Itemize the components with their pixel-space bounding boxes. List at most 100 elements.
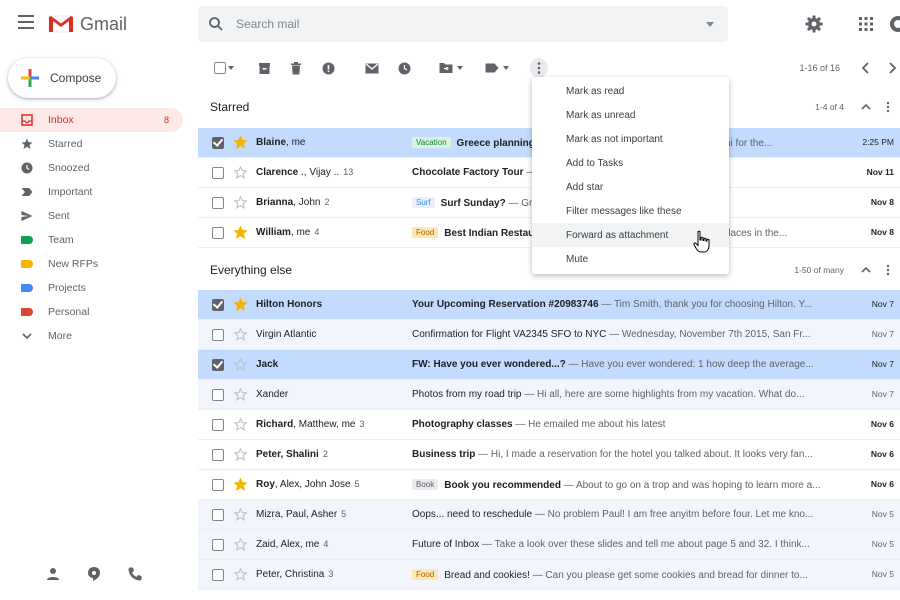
sidebar-item-sent[interactable]: Sent: [0, 204, 188, 228]
email-row[interactable]: Xander Photos from my road trip — Hi all,…: [198, 380, 900, 410]
section-more-kebab-icon[interactable]: [882, 101, 894, 113]
mark-as-read-envelope-icon[interactable]: [364, 60, 380, 76]
sidebar-item-starred[interactable]: Starred: [0, 132, 188, 156]
hangouts-chat-icon[interactable]: [86, 566, 102, 582]
label-options-caret-icon[interactable]: [502, 60, 510, 76]
sidebar-item-inbox[interactable]: Inbox 8: [0, 108, 183, 132]
sidebar-item-more[interactable]: More: [0, 324, 188, 348]
row-checkbox[interactable]: [212, 227, 224, 239]
email-row[interactable]: Mizra, Paul, Asher 5 Oops... need to resch…: [198, 500, 900, 530]
sidebar-item-snoozed[interactable]: Snoozed: [0, 156, 188, 180]
star-outline-icon[interactable]: [233, 537, 248, 551]
sender-name: Peter, Shalini: [256, 449, 319, 460]
section-more-kebab-icon[interactable]: [882, 264, 894, 276]
starred-star-icon[interactable]: [233, 297, 248, 311]
contacts-person-icon[interactable]: [45, 566, 61, 582]
delete-trash-icon[interactable]: [288, 60, 304, 76]
star-outline-icon[interactable]: [233, 507, 248, 521]
row-checkbox[interactable]: [212, 197, 224, 209]
settings-gear-icon[interactable]: [804, 14, 824, 34]
select-options-caret-icon[interactable]: [226, 60, 236, 76]
phone-icon[interactable]: [127, 566, 143, 582]
archive-icon[interactable]: [256, 60, 272, 76]
sender-name: Hilton Honors: [256, 299, 323, 310]
email-row[interactable]: Virgin Atlantic Confirmation for Flight V…: [198, 320, 900, 350]
menu-item-mark-as-read[interactable]: Mark as read: [532, 79, 729, 103]
row-checkbox[interactable]: [212, 479, 224, 491]
message-preview: Future of Inbox — Take a look over these…: [412, 539, 842, 550]
email-row[interactable]: Peter, Christina 3 Food Bread and cookies! …: [198, 560, 900, 590]
move-options-caret-icon[interactable]: [456, 60, 464, 76]
starred-star-icon[interactable]: [233, 225, 248, 239]
move-to-folder-icon[interactable]: [438, 60, 454, 76]
label-badge[interactable]: Surf: [412, 197, 435, 208]
menu-item-mark-as-unread[interactable]: Mark as unread: [532, 103, 729, 127]
label-badge[interactable]: Book: [412, 479, 439, 490]
email-row[interactable]: Jack FW: Have you ever wondered...? — Hav…: [198, 350, 900, 380]
row-checkbox[interactable]: [212, 137, 224, 149]
row-checkbox[interactable]: [212, 299, 224, 311]
row-checkbox[interactable]: [212, 539, 224, 551]
gmail-logo[interactable]: Gmail: [48, 13, 127, 35]
label-tag-icon[interactable]: [484, 60, 500, 76]
gmail-m-icon: [48, 15, 74, 33]
message-preview: Your Upcoming Reservation #20983746 — Ti…: [412, 299, 842, 310]
search-options-caret-icon[interactable]: [706, 22, 714, 27]
email-snippet: — About to go on a trop and was hoping t…: [560, 480, 821, 491]
more-actions-kebab-icon[interactable]: [530, 58, 548, 78]
row-checkbox[interactable]: [212, 509, 224, 521]
row-checkbox[interactable]: [212, 449, 224, 461]
star-outline-icon[interactable]: [233, 195, 248, 209]
main-menu-icon[interactable]: [18, 15, 34, 31]
label-badge[interactable]: Vacation: [412, 137, 451, 148]
older-chevron-right-icon[interactable]: [884, 60, 900, 76]
email-row[interactable]: Roy, Alex, John Jose 5 Book Book you recomm…: [198, 470, 900, 500]
row-checkbox[interactable]: [212, 389, 224, 401]
row-checkbox[interactable]: [212, 419, 224, 431]
thread-count: 13: [343, 167, 354, 177]
compose-button[interactable]: Compose: [8, 58, 116, 98]
email-row[interactable]: Zaid, Alex, me 4 Future of Inbox — Take a …: [198, 530, 900, 560]
star-outline-icon[interactable]: [233, 567, 248, 581]
row-checkbox[interactable]: [212, 359, 224, 371]
star-outline-icon[interactable]: [233, 387, 248, 401]
search-bar[interactable]: [198, 6, 728, 42]
sidebar-item-personal[interactable]: Personal: [0, 300, 188, 324]
email-row[interactable]: Peter, Shalini 2 Business trip — Hi, I mad…: [198, 440, 900, 470]
starred-star-icon[interactable]: [233, 135, 248, 149]
email-date: Nov 8: [870, 197, 894, 207]
row-checkbox[interactable]: [212, 569, 224, 581]
label-badge[interactable]: Food: [412, 569, 439, 580]
label-badge[interactable]: Food: [412, 227, 439, 238]
snooze-clock-icon[interactable]: [396, 60, 412, 76]
sidebar-item-projects[interactable]: Projects: [0, 276, 188, 300]
menu-item-add-to-tasks[interactable]: Add to Tasks: [532, 151, 729, 175]
important-icon: [20, 185, 34, 199]
star-outline-icon[interactable]: [233, 417, 248, 431]
search-icon[interactable]: [208, 16, 224, 32]
email-row[interactable]: Richard, Matthew, me 3 Photography classes…: [198, 410, 900, 440]
search-input[interactable]: [236, 14, 676, 34]
email-snippet: — He emailed me about his latest: [512, 419, 666, 430]
apps-grid-icon[interactable]: [856, 14, 876, 34]
email-row[interactable]: Hilton Honors Your Upcoming Reservation #…: [198, 290, 900, 320]
newer-chevron-left-icon[interactable]: [858, 60, 874, 76]
checkbox-box: [212, 569, 224, 581]
starred-star-icon[interactable]: [233, 477, 248, 491]
sidebar-item-team[interactable]: Team: [0, 228, 188, 252]
menu-item-add-star[interactable]: Add star: [532, 175, 729, 199]
row-checkbox[interactable]: [212, 329, 224, 341]
collapse-chevron-up-icon[interactable]: [860, 101, 872, 113]
report-spam-icon[interactable]: [320, 60, 336, 76]
star-outline-icon[interactable]: [233, 357, 248, 371]
star-outline-icon[interactable]: [233, 447, 248, 461]
star-outline-icon[interactable]: [233, 165, 248, 179]
star-outline-icon[interactable]: [233, 327, 248, 341]
menu-item-filter-messages[interactable]: Filter messages like these: [532, 199, 729, 223]
sidebar-item-new-rfps[interactable]: New RFPs: [0, 252, 188, 276]
sidebar-item-important[interactable]: Important: [0, 180, 188, 204]
collapse-chevron-up-icon[interactable]: [860, 264, 872, 276]
account-avatar-icon[interactable]: [888, 14, 900, 34]
row-checkbox[interactable]: [212, 167, 224, 179]
menu-item-mark-as-not-important[interactable]: Mark as not important: [532, 127, 729, 151]
